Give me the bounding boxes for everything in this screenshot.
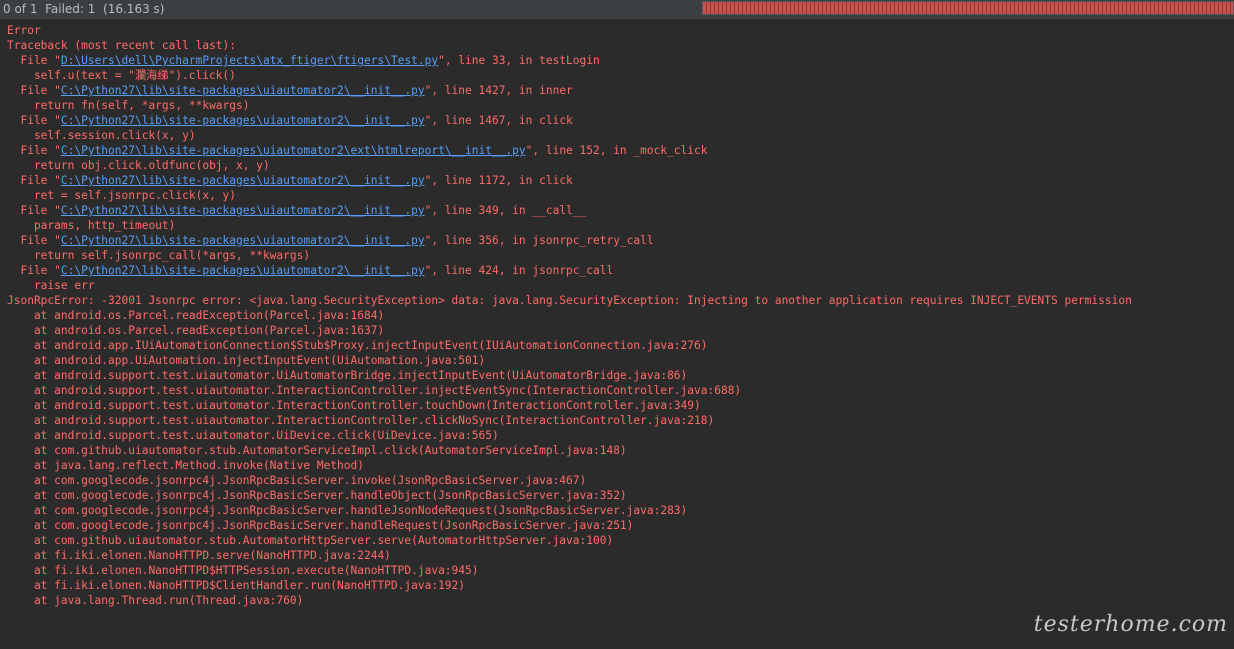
console-line: at com.github.uiautomator.stub.Automator… [7, 534, 614, 547]
frame-suffix: ", line 424, in jsonrpc_call [424, 264, 614, 277]
frame-prefix: File " [7, 204, 61, 217]
console-line: at android.os.Parcel.readException(Parce… [7, 309, 385, 322]
console-line: at fi.iki.elonen.NanoHTTPD.serve(NanoHTT… [7, 549, 391, 562]
frame-prefix: File " [7, 174, 61, 187]
frame-prefix: File " [7, 84, 61, 97]
console-line: Traceback (most recent call last): [7, 39, 237, 52]
frame-prefix: File " [7, 144, 61, 157]
frame-suffix: ", line 33, in testLogin [438, 54, 600, 67]
source-file-link[interactable]: C:\Python27\lib\site-packages\uiautomato… [61, 234, 425, 247]
console-line: at com.googlecode.jsonrpc4j.JsonRpcBasic… [7, 474, 587, 487]
source-file-link[interactable]: D:\Users\dell\PycharmProjects\atx_ftiger… [61, 54, 438, 67]
console-line: return obj.click.oldfunc(obj, x, y) [7, 159, 270, 172]
test-runner-window: 0 of 1 Failed: 1 (16.163 s) Error Traceba… [0, 0, 1234, 649]
frame-suffix: ", line 1467, in click [424, 114, 573, 127]
frame-suffix: ", line 1172, in click [424, 174, 573, 187]
frame-suffix: ", line 152, in _mock_click [525, 144, 708, 157]
console-line: params, http_timeout) [7, 219, 176, 232]
console-line: at java.lang.reflect.Method.invoke(Nativ… [7, 459, 364, 472]
traceback-frame-line: File "C:\Python27\lib\site-packages\uiau… [7, 233, 1234, 248]
frame-prefix: File " [7, 114, 61, 127]
console-line: at java.lang.Thread.run(Thread.java:760) [7, 594, 304, 607]
frame-prefix: File " [7, 54, 61, 67]
traceback-frame-line: File "C:\Python27\lib\site-packages\uiau… [7, 113, 1234, 128]
console-line: at android.app.UiAutomation.injectInputE… [7, 354, 486, 367]
frame-prefix: File " [7, 264, 61, 277]
console-line: at android.support.test.uiautomator.Inte… [7, 384, 742, 397]
console-line: at com.googlecode.jsonrpc4j.JsonRpcBasic… [7, 519, 634, 532]
frame-suffix: ", line 1427, in inner [424, 84, 573, 97]
test-summary-text: 0 of 1 Failed: 1 (16.163 s) [3, 2, 165, 16]
console-line: at android.support.test.uiautomator.UiAu… [7, 369, 688, 382]
source-file-link[interactable]: C:\Python27\lib\site-packages\uiautomato… [61, 114, 425, 127]
traceback-frame-line: File "C:\Python27\lib\site-packages\uiau… [7, 173, 1234, 188]
source-file-link[interactable]: C:\Python27\lib\site-packages\uiautomato… [61, 144, 526, 157]
console-line: at android.support.test.uiautomator.Inte… [7, 399, 701, 412]
watermark-logo: testerhome.com [1033, 612, 1228, 637]
frame-prefix: File " [7, 234, 61, 247]
traceback-frame-line: File "D:\Users\dell\PycharmProjects\atx_… [7, 53, 1234, 68]
console-line: at com.github.uiautomator.stub.Automator… [7, 444, 627, 457]
traceback-frame-line: File "C:\Python27\lib\site-packages\uiau… [7, 83, 1234, 98]
test-status-bar: 0 of 1 Failed: 1 (16.163 s) [0, 0, 1234, 20]
console-line: at fi.iki.elonen.NanoHTTPD$HTTPSession.e… [7, 564, 479, 577]
traceback-frame-line: File "C:\Python27\lib\site-packages\uiau… [7, 143, 1234, 158]
source-file-link[interactable]: C:\Python27\lib\site-packages\uiautomato… [61, 174, 425, 187]
console-line: at com.googlecode.jsonrpc4j.JsonRpcBasic… [7, 489, 627, 502]
traceback-frame-line: File "C:\Python27\lib\site-packages\uiau… [7, 203, 1234, 218]
console-line: self.session.click(x, y) [7, 129, 196, 142]
source-file-link[interactable]: C:\Python27\lib\site-packages\uiautomato… [61, 84, 425, 97]
source-file-link[interactable]: C:\Python27\lib\site-packages\uiautomato… [61, 264, 425, 277]
console-line: at android.support.test.uiautomator.UiDe… [7, 429, 499, 442]
console-line: raise err [7, 279, 95, 292]
frame-suffix: ", line 356, in jsonrpc_retry_call [424, 234, 654, 247]
console-line: JsonRpcError: -32001 Jsonrpc error: <jav… [7, 294, 1132, 307]
test-progress-fill [703, 2, 1233, 14]
console-line: Error [7, 24, 41, 37]
source-file-link[interactable]: C:\Python27\lib\site-packages\uiautomato… [61, 204, 425, 217]
console-output[interactable]: Error Traceback (most recent call last): … [0, 22, 1234, 649]
console-line: ret = self.jsonrpc.click(x, y) [7, 189, 237, 202]
console-line: return self.jsonrpc_call(*args, **kwargs… [7, 249, 311, 262]
frame-suffix: ", line 349, in __call__ [424, 204, 587, 217]
console-line: at fi.iki.elonen.NanoHTTPD$ClientHandler… [7, 579, 466, 592]
test-progress-bar [702, 1, 1234, 15]
console-line: return fn(self, *args, **kwargs) [7, 99, 250, 112]
console-line: at android.support.test.uiautomator.Inte… [7, 414, 715, 427]
console-line: at android.app.IUiAutomationConnection$S… [7, 339, 708, 352]
console-line: at com.googlecode.jsonrpc4j.JsonRpcBasic… [7, 504, 688, 517]
traceback-frame-line: File "C:\Python27\lib\site-packages\uiau… [7, 263, 1234, 278]
console-line: self.u(text = "瀾海绨").click() [7, 69, 236, 82]
console-line: at android.os.Parcel.readException(Parce… [7, 324, 385, 337]
